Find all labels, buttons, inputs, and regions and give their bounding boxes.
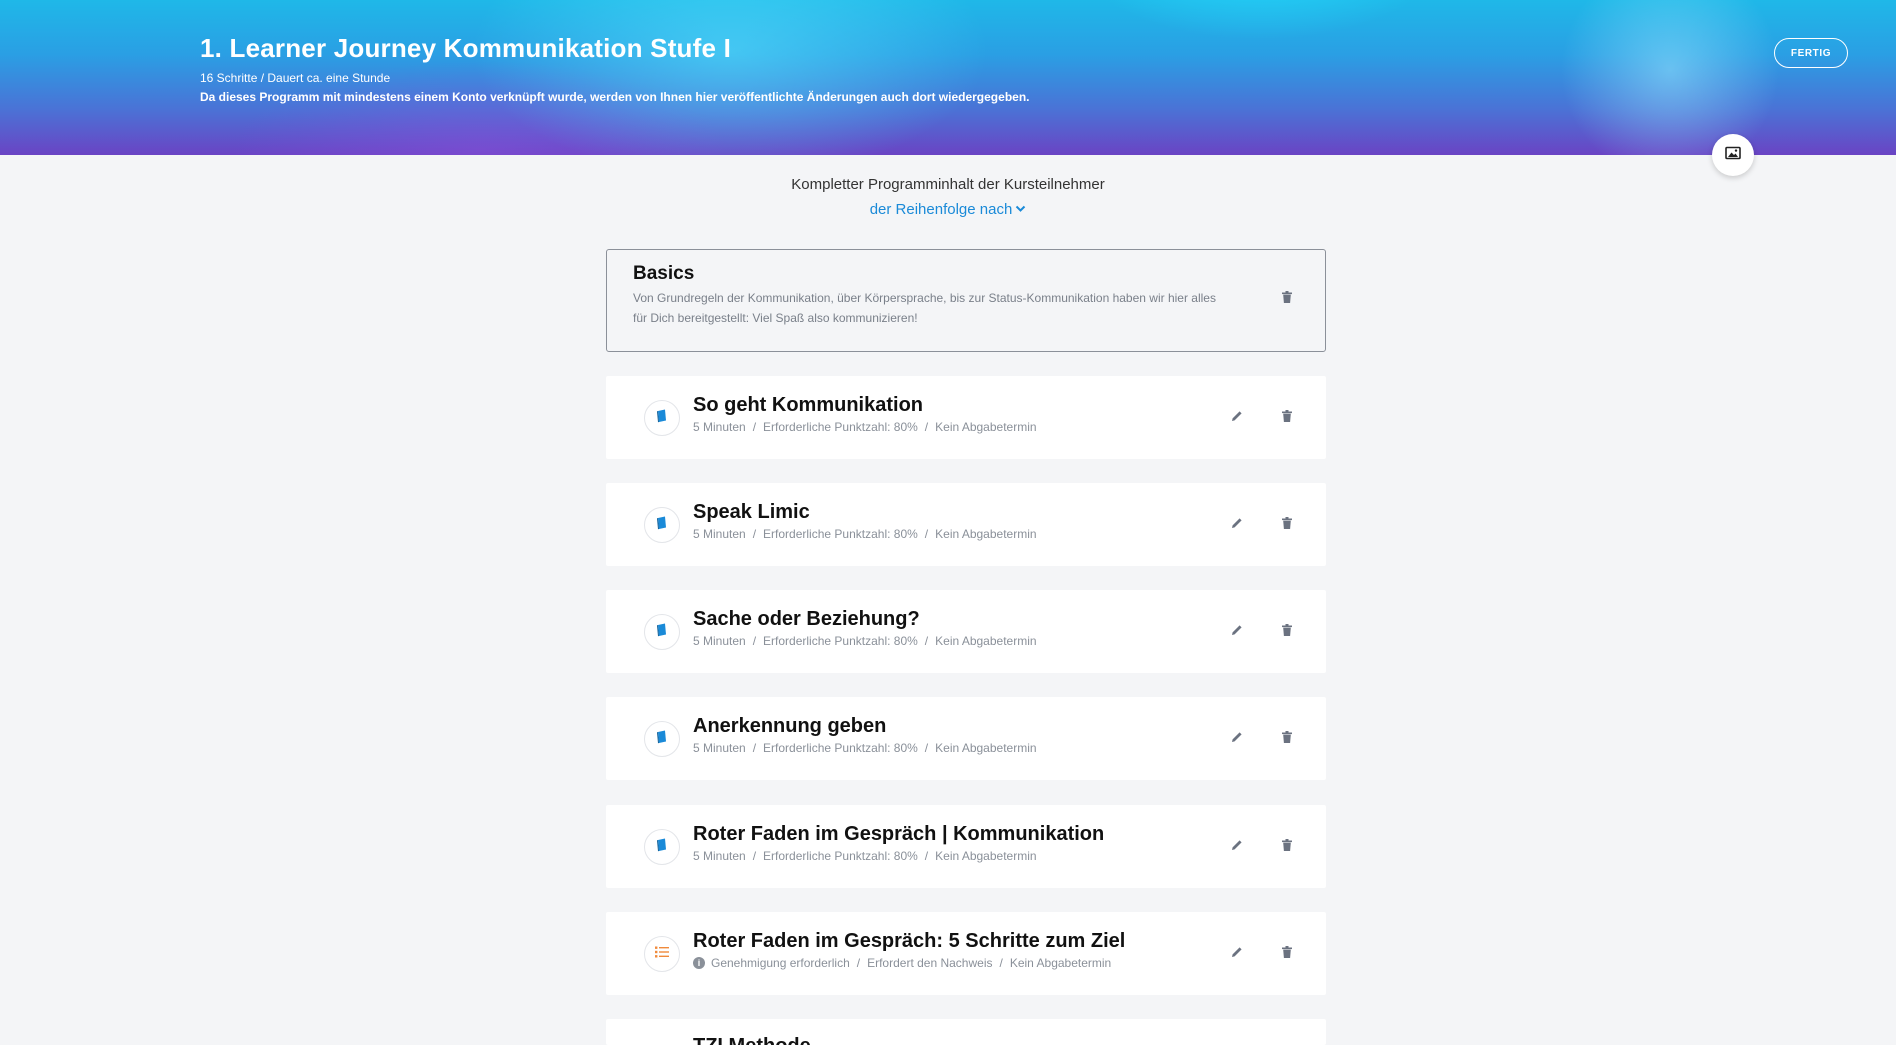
sort-label: der Reihenfolge nach <box>869 201 1013 218</box>
book-icon <box>656 623 668 642</box>
step-title: Roter Faden im Gespräch: 5 Schritte zum … <box>693 930 1126 952</box>
step-duration: 5 Minuten <box>693 420 746 434</box>
pencil-icon <box>1231 730 1243 748</box>
delete-step-button[interactable] <box>1280 730 1294 748</box>
step-card[interactable]: Sache oder Beziehung? 5 Minuten / Erforde… <box>606 590 1326 673</box>
step-approval: Genehmigung erforderlich <box>711 956 850 970</box>
pencil-icon <box>1231 516 1243 534</box>
step-proof: Erfordert den Nachweis <box>867 956 993 970</box>
content-heading: Kompletter Programminhalt der Kursteilne… <box>791 176 1105 193</box>
step-card[interactable]: So geht Kommunikation 5 Minuten / Erforde… <box>606 376 1326 459</box>
delete-step-button[interactable] <box>1280 516 1294 534</box>
delete-step-button[interactable] <box>1280 838 1294 856</box>
step-type-badge <box>644 614 680 650</box>
step-title: Roter Faden im Gespräch | Kommunikation <box>693 823 1105 845</box>
header-banner: 1. Learner Journey Kommunikation Stufe I… <box>0 0 1896 155</box>
step-type-badge <box>644 507 680 543</box>
step-meta: 5 Minuten / Erforderliche Punktzahl: 80% /… <box>693 849 1037 863</box>
step-deadline: Kein Abgabetermin <box>935 741 1037 755</box>
step-type-badge <box>644 936 680 972</box>
step-duration: 5 Minuten <box>693 527 746 541</box>
program-subtitle: 16 Schritte / Dauert ca. eine Stunde <box>200 71 391 85</box>
step-title: So geht Kommunikation <box>693 394 923 416</box>
step-duration: 5 Minuten <box>693 634 746 648</box>
program-title: 1. Learner Journey Kommunikation Stufe I <box>200 33 731 63</box>
step-deadline: Kein Abgabetermin <box>935 420 1037 434</box>
edit-step-button[interactable] <box>1230 732 1244 746</box>
trash-icon <box>1282 409 1292 427</box>
trash-icon <box>1282 290 1292 308</box>
step-title: Speak Limic <box>693 501 810 523</box>
step-duration: 5 Minuten <box>693 849 746 863</box>
delete-step-button[interactable] <box>1280 409 1294 427</box>
step-meta: 5 Minuten / Erforderliche Punktzahl: 80% /… <box>693 527 1037 541</box>
section-card[interactable]: Basics Von Grundregeln der Kommunikation… <box>606 249 1326 352</box>
step-meta: 5 Minuten / Erforderliche Punktzahl: 80% /… <box>693 420 1037 434</box>
step-title: TZI Methode <box>693 1035 811 1045</box>
step-deadline: Kein Abgabetermin <box>935 634 1037 648</box>
step-type-badge <box>644 829 680 865</box>
book-icon <box>656 838 668 857</box>
step-score: Erforderliche Punktzahl: 80% <box>763 527 918 541</box>
pencil-icon <box>1231 945 1243 963</box>
trash-icon <box>1282 516 1292 534</box>
info-icon: i <box>693 957 705 969</box>
step-type-badge <box>644 400 680 436</box>
step-title: Anerkennung geben <box>693 715 887 737</box>
pencil-icon <box>1231 623 1243 641</box>
banner-decoration <box>470 0 990 155</box>
trash-icon <box>1282 945 1292 963</box>
section-description: Von Grundregeln der Kommunikation, über … <box>633 291 1216 325</box>
book-icon <box>656 516 668 535</box>
change-image-button[interactable] <box>1712 134 1754 176</box>
banner-decoration <box>1080 0 1440 40</box>
program-note: Da dieses Programm mit mindestens einem … <box>200 90 1030 104</box>
sort-dropdown[interactable]: der Reihenfolge nach <box>0 201 1896 218</box>
chevron-down-icon <box>1015 204 1026 216</box>
step-card[interactable]: Speak Limic 5 Minuten / Erforderliche Pun… <box>606 483 1326 566</box>
done-button[interactable]: FERTIG <box>1774 38 1848 68</box>
section-title: Basics <box>633 263 695 284</box>
delete-section-button[interactable] <box>1280 290 1294 308</box>
step-score: Erforderliche Punktzahl: 80% <box>763 634 918 648</box>
trash-icon <box>1282 623 1292 641</box>
step-title: Sache oder Beziehung? <box>693 608 920 630</box>
edit-step-button[interactable] <box>1230 518 1244 532</box>
step-meta: 5 Minuten / Erforderliche Punktzahl: 80% /… <box>693 741 1037 755</box>
step-score: Erforderliche Punktzahl: 80% <box>763 849 918 863</box>
step-card[interactable]: Anerkennung geben 5 Minuten / Erforderlic… <box>606 697 1326 780</box>
pencil-icon <box>1231 409 1243 427</box>
step-card[interactable]: TZI Methode <box>606 1019 1326 1045</box>
checklist-icon <box>655 945 669 963</box>
edit-step-button[interactable] <box>1230 625 1244 639</box>
step-deadline: Kein Abgabetermin <box>1009 956 1112 970</box>
image-icon <box>1725 146 1741 165</box>
step-score: Erforderliche Punktzahl: 80% <box>763 420 918 434</box>
trash-icon <box>1282 730 1292 748</box>
step-score: Erforderliche Punktzahl: 80% <box>763 741 918 755</box>
edit-step-button[interactable] <box>1230 411 1244 425</box>
step-card[interactable]: Roter Faden im Gespräch | Kommunikation … <box>606 805 1326 888</box>
step-deadline: Kein Abgabetermin <box>935 849 1037 863</box>
delete-step-button[interactable] <box>1280 623 1294 641</box>
banner-decoration <box>1560 0 1780 155</box>
step-type-badge <box>644 721 680 757</box>
step-meta: 5 Minuten / Erforderliche Punktzahl: 80% /… <box>693 634 1037 648</box>
pencil-icon <box>1231 838 1243 856</box>
edit-step-button[interactable] <box>1230 840 1244 854</box>
delete-step-button[interactable] <box>1280 945 1294 963</box>
step-card[interactable]: Roter Faden im Gespräch: 5 Schritte zum … <box>606 912 1326 995</box>
edit-step-button[interactable] <box>1230 947 1244 961</box>
step-deadline: Kein Abgabetermin <box>935 527 1037 541</box>
step-duration: 5 Minuten <box>693 741 746 755</box>
trash-icon <box>1282 838 1292 856</box>
step-meta: i Genehmigung erforderlich / Erfordert de… <box>693 956 1111 970</box>
book-icon <box>656 409 668 428</box>
book-icon <box>656 730 668 749</box>
